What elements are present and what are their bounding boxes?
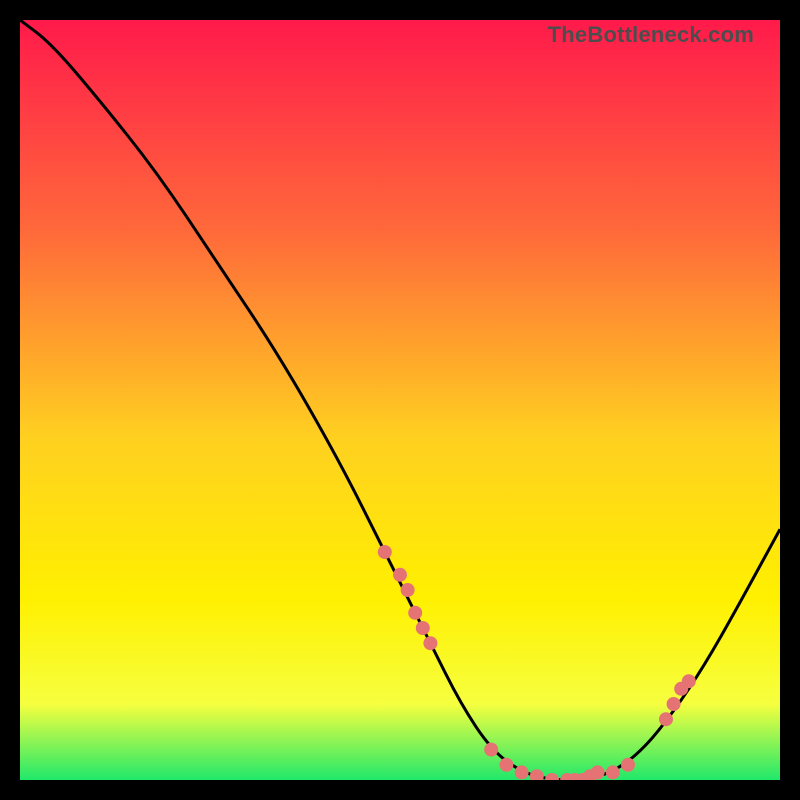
highlight-marker — [659, 712, 673, 726]
highlight-marker — [682, 674, 696, 688]
watermark-text: TheBottleneck.com — [548, 22, 754, 48]
highlight-marker — [378, 545, 392, 559]
highlight-marker — [408, 606, 422, 620]
bottleneck-chart — [20, 20, 780, 780]
gradient-background — [20, 20, 780, 780]
highlight-marker — [606, 765, 620, 779]
highlight-marker — [499, 758, 513, 772]
highlight-marker — [416, 621, 430, 635]
highlight-marker — [621, 758, 635, 772]
chart-frame: TheBottleneck.com — [20, 20, 780, 780]
highlight-marker — [515, 765, 529, 779]
highlight-marker — [393, 568, 407, 582]
plot-area — [20, 20, 780, 780]
highlight-marker — [423, 636, 437, 650]
highlight-marker — [667, 697, 681, 711]
highlight-marker — [484, 743, 498, 757]
highlight-marker — [401, 583, 415, 597]
highlight-marker — [591, 765, 605, 779]
